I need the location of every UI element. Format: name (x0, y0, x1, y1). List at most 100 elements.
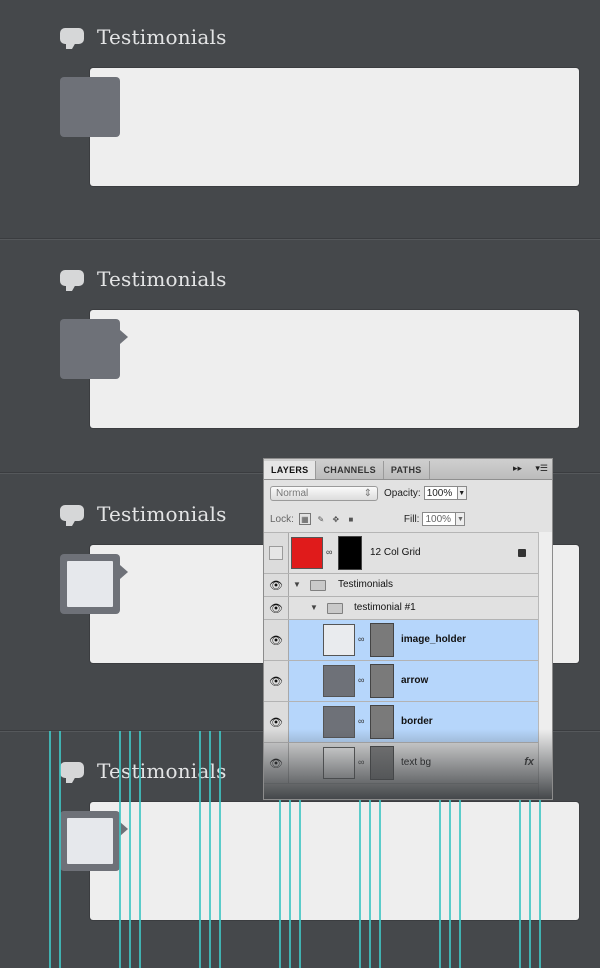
tab-channels[interactable]: CHANNELS (316, 461, 384, 479)
lock-row: Lock: ▦ ✎ ✥ ■ Fill: 100% ▼ (264, 506, 552, 533)
opacity-dropdown-icon[interactable]: ▼ (457, 486, 467, 500)
eye-icon[interactable]: 👁 (264, 743, 289, 783)
lock-all-icon[interactable]: ■ (346, 514, 356, 524)
eye-icon[interactable]: 👁 (264, 620, 289, 660)
testimonial-card (90, 802, 579, 920)
layer-name: image_holder (401, 634, 467, 645)
grid-guide (219, 731, 221, 968)
eye-icon[interactable]: 👁 (264, 702, 289, 742)
layer-name: border (401, 716, 433, 727)
opacity-label: Opacity: (384, 487, 421, 499)
lock-transparent-icon[interactable]: ▦ (298, 513, 311, 525)
avatar-placeholder (60, 77, 120, 137)
blend-mode-value: Normal (276, 487, 309, 499)
fill-input[interactable]: 100% (422, 512, 457, 526)
folder-icon (310, 580, 326, 591)
lock-label: Lock: (270, 513, 294, 525)
layers-panel: LAYERS CHANNELS PATHS ▸▸ ▾☰ Normal ⇕ Opa… (263, 458, 553, 800)
section-title-row: Testimonials (60, 499, 227, 529)
expand-triangle-icon[interactable]: ▼ (293, 580, 301, 589)
avatar-arrow (120, 565, 128, 579)
layer-mask-thumbnail (370, 664, 394, 698)
link-icon: ∞ (358, 716, 365, 726)
section-title: Testimonials (97, 502, 227, 526)
speech-bubble-icon (60, 270, 84, 291)
grid-guide (139, 731, 141, 968)
layer-row[interactable]: 👁 ∞ image_holder (264, 620, 552, 661)
eye-icon[interactable]: 👁 (264, 597, 289, 619)
collapse-icon[interactable]: ▸▸ (513, 463, 522, 474)
image-holder (67, 818, 113, 864)
layer-mask-thumbnail (370, 746, 394, 780)
panel-tabs: LAYERS CHANNELS PATHS ▸▸ ▾☰ (264, 459, 552, 480)
section-title: Testimonials (97, 759, 227, 783)
link-icon: ∞ (326, 547, 333, 557)
layer-name: Testimonials (338, 579, 394, 590)
grid-guide (59, 731, 61, 968)
grid-guide (199, 731, 201, 968)
folder-icon (327, 603, 343, 614)
link-icon: ∞ (358, 757, 365, 767)
speech-bubble-icon (60, 505, 84, 526)
layer-thumbnail (323, 747, 355, 779)
testimonial-card (90, 68, 579, 186)
blend-row: Normal ⇕ Opacity: 100% ▼ (264, 480, 552, 506)
stepper-icon: ⇕ (363, 487, 372, 499)
layer-name: arrow (401, 675, 429, 686)
lock-brush-icon[interactable]: ✎ (316, 514, 326, 524)
expand-triangle-icon[interactable]: ▼ (310, 603, 318, 612)
layers-list: ∞ 12 Col Grid 👁 ▼ Testimonials 👁 ▼ testi… (264, 533, 552, 784)
section-title: Testimonials (97, 267, 227, 291)
link-icon: ∞ (358, 634, 365, 644)
opacity-input[interactable]: 100% (423, 486, 458, 500)
layer-row[interactable]: ∞ 12 Col Grid (264, 533, 552, 574)
section-title: Testimonials (97, 25, 227, 49)
layer-thumbnail (323, 665, 355, 697)
speech-bubble-icon (60, 762, 84, 783)
avatar-placeholder (60, 319, 120, 379)
grid-guide (49, 731, 51, 968)
layer-group-row[interactable]: 👁 ▼ testimonial #1 (264, 597, 552, 620)
link-icon: ∞ (358, 675, 365, 685)
layer-thumbnail (323, 624, 355, 656)
fill-label: Fill: (403, 513, 420, 525)
section-title-row: Testimonials (60, 264, 227, 294)
layer-thumbnail (291, 537, 323, 569)
section-divider (0, 238, 600, 240)
image-holder (67, 561, 113, 607)
tab-paths[interactable]: PATHS (384, 461, 430, 479)
eye-icon[interactable]: 👁 (264, 574, 289, 596)
layer-mask-thumbnail (370, 705, 394, 739)
layer-mask-thumbnail (370, 623, 394, 657)
panel-menu-icon[interactable]: ▾☰ (535, 463, 548, 474)
effects-fx-icon[interactable]: fx (524, 756, 534, 768)
visibility-toggle[interactable] (264, 533, 289, 573)
layer-thumbnail (323, 706, 355, 738)
lock-icon (518, 549, 526, 557)
layer-name: testimonial #1 (354, 602, 416, 613)
lock-move-icon[interactable]: ✥ (331, 514, 341, 524)
layer-mask-thumbnail (338, 536, 362, 570)
avatar-placeholder (60, 811, 120, 871)
layer-row[interactable]: 👁 ∞ text bg fx (264, 743, 552, 784)
grid-guide (129, 731, 131, 968)
layer-name: 12 Col Grid (370, 547, 421, 558)
section-title-row: Testimonials (60, 22, 227, 52)
tab-layers[interactable]: LAYERS (264, 461, 317, 479)
section-title-row: Testimonials (60, 756, 227, 786)
avatar-arrow (120, 330, 128, 344)
fill-dropdown-icon[interactable]: ▼ (456, 512, 466, 526)
testimonial-card (90, 310, 579, 428)
speech-bubble-icon (60, 28, 84, 49)
layer-row[interactable]: 👁 ∞ border (264, 702, 552, 743)
avatar-arrow (120, 822, 128, 836)
blend-mode-select[interactable]: Normal ⇕ (270, 485, 378, 501)
layer-name: text bg (401, 757, 432, 768)
grid-guide (119, 731, 121, 968)
panel-scrollbar[interactable] (538, 532, 552, 799)
layer-row[interactable]: 👁 ∞ arrow (264, 661, 552, 702)
layer-group-row[interactable]: 👁 ▼ Testimonials (264, 574, 552, 597)
grid-guide (209, 731, 211, 968)
avatar-placeholder (60, 554, 120, 614)
eye-icon[interactable]: 👁 (264, 661, 289, 701)
